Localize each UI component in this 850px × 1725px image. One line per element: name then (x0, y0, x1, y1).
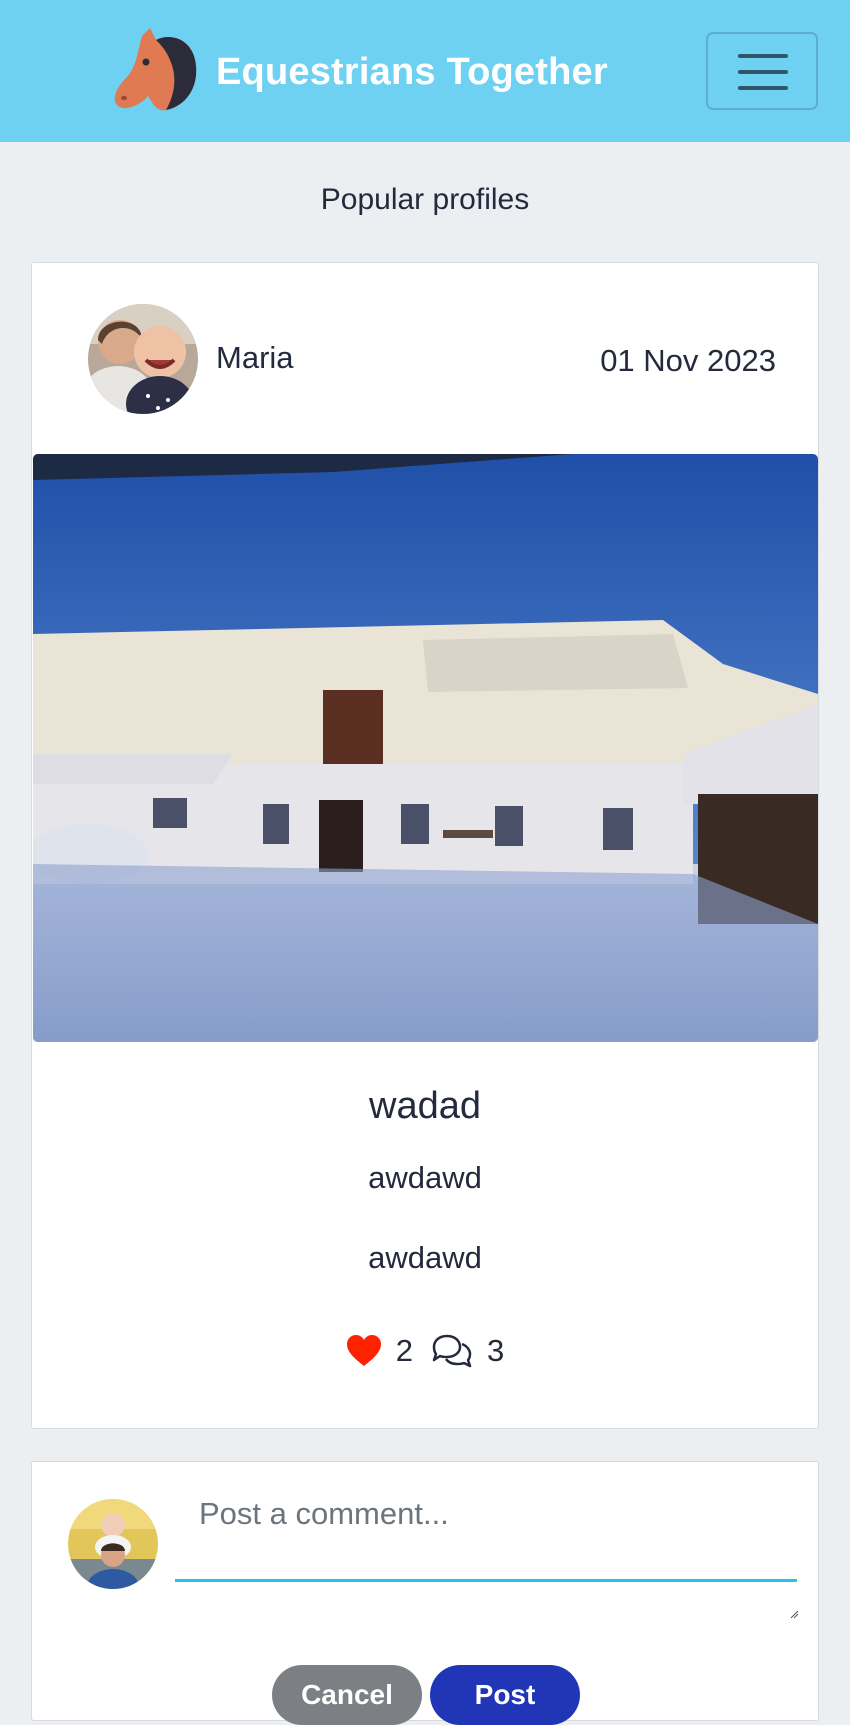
post-image (33, 454, 818, 1042)
post-button[interactable]: Post (430, 1665, 580, 1725)
menu-toggle-button[interactable] (706, 32, 818, 110)
navbar: Equestrians Together (0, 0, 850, 142)
post-author-name[interactable]: Maria (216, 340, 294, 376)
comment-input[interactable] (175, 1482, 797, 1582)
resize-handle-icon[interactable] (789, 1609, 799, 1619)
comments-count: 3 (487, 1333, 505, 1368)
current-user-avatar[interactable] (68, 1499, 158, 1589)
brand-title: Equestrians Together (216, 50, 608, 93)
post-title: wadad (369, 1085, 481, 1127)
horse-head-icon (114, 28, 197, 111)
hamburger-menu-icon (738, 86, 788, 90)
avatar-photo (88, 304, 198, 414)
post-content-repeat: awdawd (368, 1240, 482, 1275)
author-avatar[interactable] (88, 304, 198, 414)
comment-form: Cancel Post (31, 1461, 819, 1725)
avatar-photo (68, 1499, 158, 1589)
heart-icon[interactable] (346, 1334, 382, 1368)
cancel-button[interactable]: Cancel (272, 1665, 422, 1725)
post-content: awdawd (368, 1160, 482, 1195)
likes-count: 2 (395, 1333, 413, 1368)
post-date: 01 Nov 2023 (600, 343, 776, 378)
popular-profiles-heading: Popular profiles (320, 183, 530, 216)
post-card: Maria 01 Nov 2023 wadad awdawd awdawd 2 … (31, 262, 819, 1429)
chat-bubbles-icon[interactable] (431, 1333, 473, 1369)
hamburger-menu-icon (738, 70, 788, 74)
post-stats: 2 3 (32, 1329, 818, 1373)
hamburger-menu-icon (738, 54, 788, 58)
brand-link[interactable]: Equestrians Together (112, 26, 608, 118)
post-photo (33, 454, 818, 1042)
